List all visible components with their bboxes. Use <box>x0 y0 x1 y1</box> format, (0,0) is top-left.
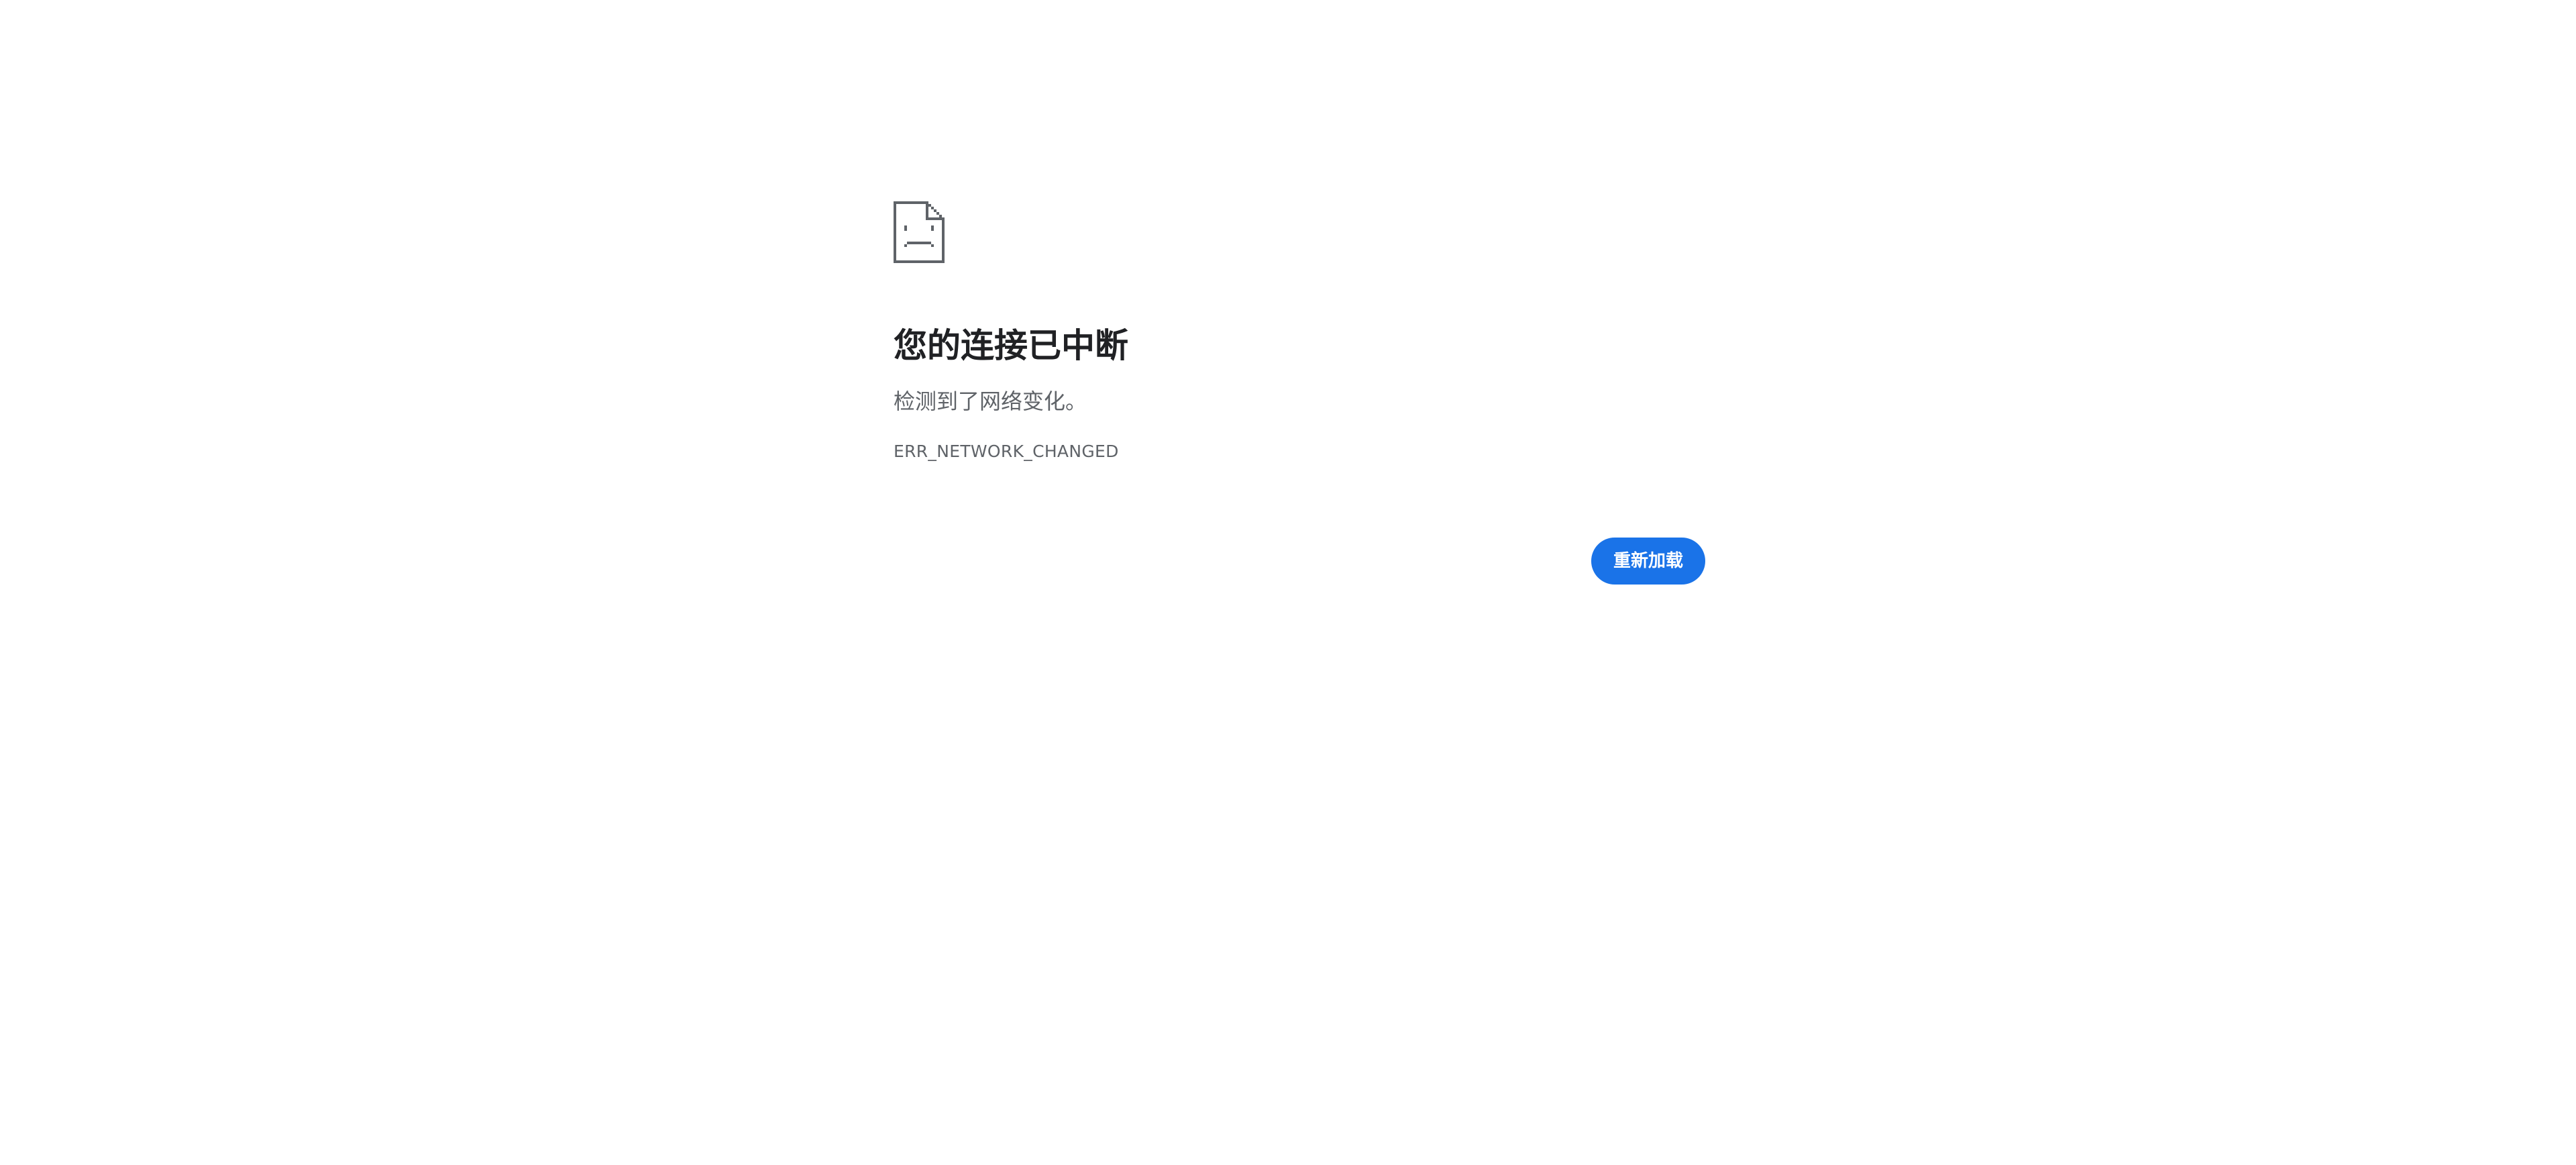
reload-button[interactable]: 重新加载 <box>1591 538 1705 585</box>
error-description: 检测到了网络变化。 <box>894 389 1087 414</box>
error-code: ERR_NETWORK_CHANGED <box>894 442 1119 461</box>
error-title: 您的连接已中断 <box>894 326 1128 365</box>
error-content: 您的连接已中断 检测到了网络变化。 ERR_NETWORK_CHANGED <box>894 201 1704 461</box>
error-page: 您的连接已中断 检测到了网络变化。 ERR_NETWORK_CHANGED 重新… <box>0 0 2576 1165</box>
sad-document-icon <box>894 201 945 263</box>
